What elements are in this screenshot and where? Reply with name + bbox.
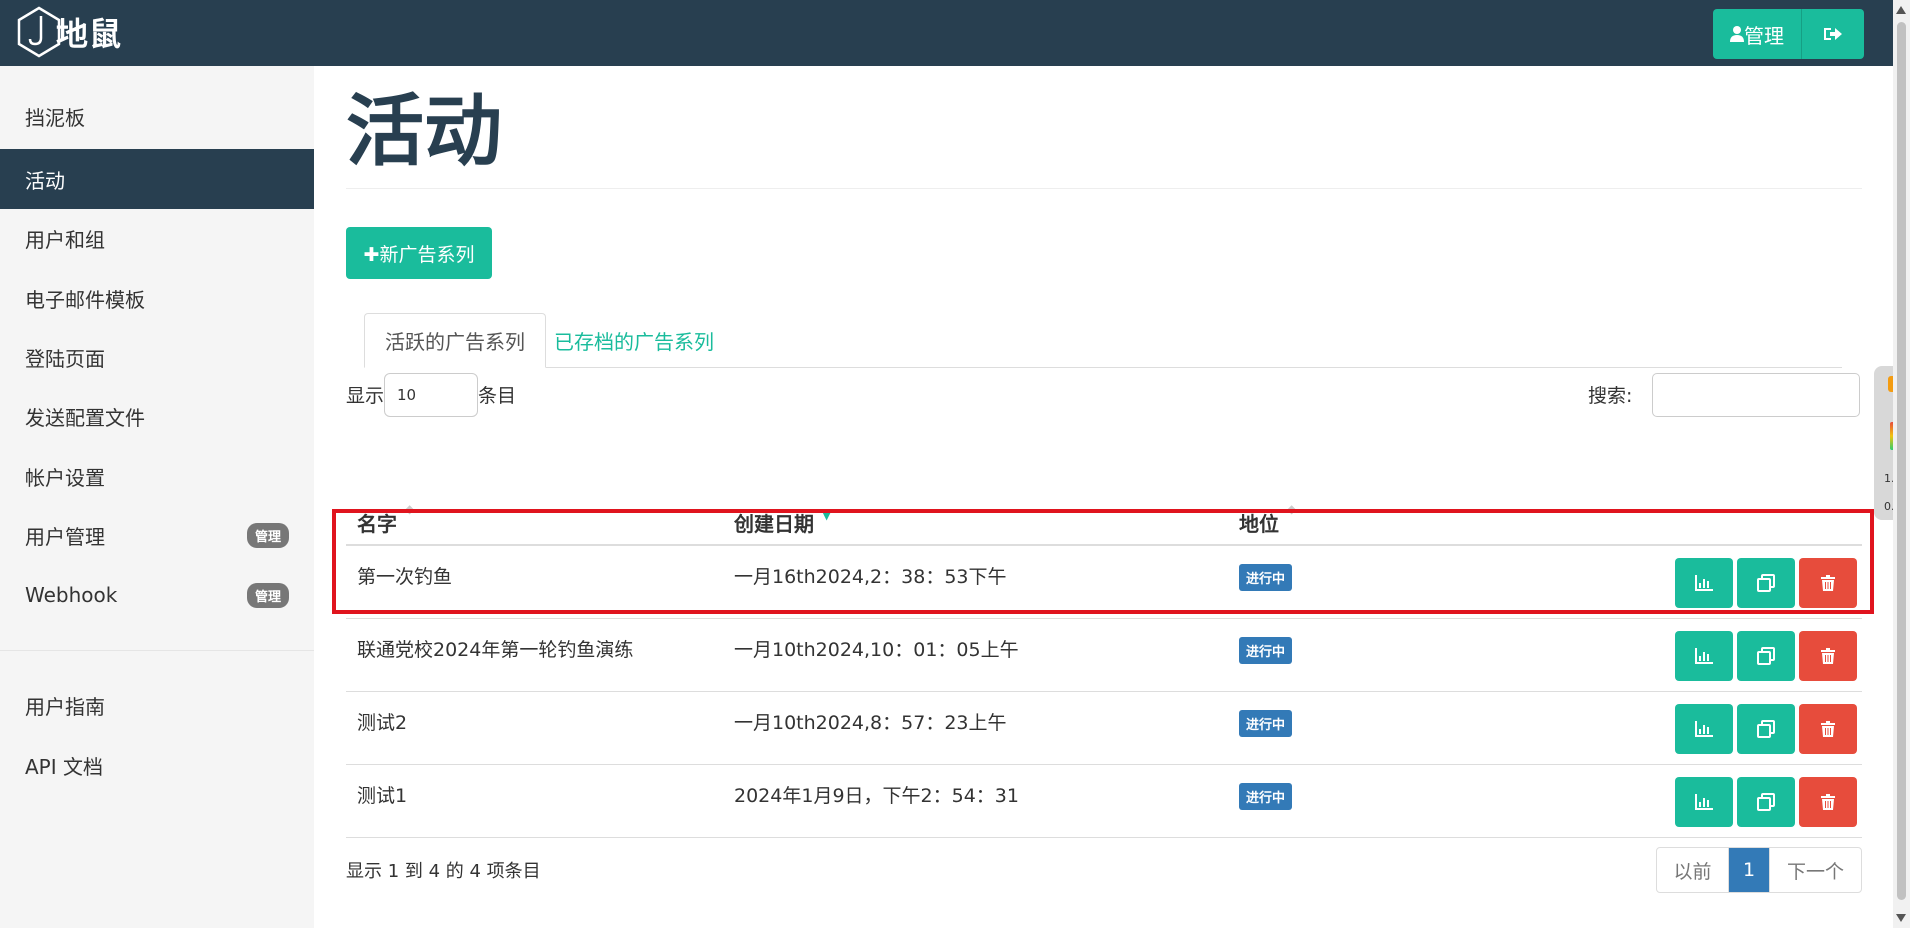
sidebar-item-label: 用户管理: [25, 524, 105, 549]
bar-chart-icon: [1695, 575, 1713, 591]
status-badge: 进行中: [1239, 564, 1293, 591]
campaign-date: 2024年1月9日，下午2：54：31: [734, 785, 1019, 807]
length-suffix: 条目: [478, 385, 517, 407]
sidebar-item-dashboard[interactable]: 挡泥板: [0, 86, 314, 146]
bar-chart-icon: [1695, 721, 1713, 737]
sidebar-item-label: 挡泥板: [25, 105, 85, 130]
sidebar-item-label: Webhook: [25, 583, 118, 607]
previous-page-button[interactable]: 以前: [1657, 848, 1729, 892]
scroll-thumb[interactable]: [1897, 22, 1906, 900]
delete-campaign-button[interactable]: [1799, 704, 1857, 754]
column-created-date[interactable]: 创建日期 ▼: [734, 508, 831, 537]
search-label: 搜索:: [1588, 385, 1633, 407]
table-row: 第一次钓鱼 一月16th2024,2：38：53下午 进行中: [346, 546, 1862, 619]
sidebar-item-account-settings[interactable]: 帐户设置: [0, 446, 314, 506]
bar-chart-icon: [1695, 794, 1713, 810]
copy-icon: [1757, 647, 1775, 665]
campaign-date: 一月10th2024,8：57：23上午: [734, 712, 1007, 734]
sort-icon: ◆: [405, 502, 415, 516]
campaign-name[interactable]: 联通党校2024年第一轮钓鱼演练: [357, 635, 633, 662]
sidebar-item-users-groups[interactable]: 用户和组: [0, 208, 314, 268]
next-page-button[interactable]: 下一个: [1769, 848, 1861, 892]
copy-campaign-button[interactable]: [1737, 558, 1795, 608]
column-label: 名字: [357, 512, 397, 536]
table-info: 显示 1 到 4 的 4 项条目: [346, 861, 541, 882]
sidebar-item-label: 登陆页面: [25, 346, 105, 371]
view-results-button[interactable]: [1675, 704, 1733, 754]
status-badge: 进行中: [1239, 710, 1293, 737]
campaign-name[interactable]: 测试1: [357, 781, 407, 808]
delete-campaign-button[interactable]: [1799, 558, 1857, 608]
sidebar-item-campaigns[interactable]: 活动: [0, 149, 314, 209]
pagination: 以前 1 下一个: [1656, 847, 1862, 893]
campaign-date: 一月10th2024,10：01：05上午: [734, 639, 1019, 661]
table-header: 名字 ◆ 创建日期 ▼ 地位 ◆: [346, 502, 1862, 546]
sort-icon: ◆: [1287, 502, 1297, 516]
column-label: 地位: [1239, 512, 1279, 536]
copy-icon: [1757, 793, 1775, 811]
sidebar: 挡泥板 活动 用户和组 电子邮件模板 登陆页面 发送配置文件 帐户设置 用户管理…: [0, 66, 314, 928]
trash-icon: [1821, 721, 1835, 737]
status-badge: 进行中: [1239, 637, 1293, 664]
sort-desc-icon: ▼: [822, 508, 832, 522]
view-results-button[interactable]: [1675, 631, 1733, 681]
sidebar-item-email-templates[interactable]: 电子邮件模板: [0, 268, 314, 328]
sidebar-divider: [0, 650, 314, 651]
table-row: 联通党校2024年第一轮钓鱼演练 一月10th2024,10：01：05上午 进…: [346, 619, 1862, 692]
campaign-date: 一月16th2024,2：38：53下午: [734, 566, 1007, 588]
view-results-button[interactable]: [1675, 777, 1733, 827]
copy-campaign-button[interactable]: [1737, 777, 1795, 827]
sidebar-item-user-management[interactable]: 用户管理 管理: [0, 505, 314, 565]
delete-campaign-button[interactable]: [1799, 631, 1857, 681]
sidebar-item-landing-pages[interactable]: 登陆页面: [0, 327, 314, 387]
table-row: 测试1 2024年1月9日，下午2：54：31 进行中: [346, 765, 1862, 838]
campaign-name[interactable]: 测试2: [357, 708, 407, 735]
scroll-up-arrow-icon[interactable]: [1896, 6, 1906, 14]
sidebar-item-user-guide[interactable]: 用户指南: [0, 675, 314, 735]
logo-text: 地鼠: [56, 15, 123, 53]
copy-campaign-button[interactable]: [1737, 704, 1795, 754]
trash-icon: [1821, 794, 1835, 810]
copy-campaign-button[interactable]: [1737, 631, 1795, 681]
scroll-down-arrow-icon[interactable]: [1896, 914, 1906, 922]
sidebar-item-label: 活动: [25, 168, 65, 193]
column-name[interactable]: 名字 ◆: [357, 502, 414, 537]
sidebar-item-label: 电子邮件模板: [25, 287, 145, 312]
sidebar-item-label: 帐户设置: [25, 465, 105, 490]
logo[interactable]: 地鼠: [16, 6, 122, 58]
page-1-button[interactable]: 1: [1729, 848, 1769, 892]
view-results-button[interactable]: [1675, 558, 1733, 608]
sidebar-item-webhooks[interactable]: Webhook 管理: [0, 565, 314, 625]
length-prefix: 显示: [346, 385, 385, 407]
status-badge: 进行中: [1239, 783, 1293, 810]
admin-badge: 管理: [246, 582, 289, 608]
sidebar-item-label: 用户指南: [25, 694, 105, 719]
sidebar-item-api-docs[interactable]: API 文档: [0, 735, 314, 795]
column-label: 创建日期: [734, 512, 814, 536]
sidebar-item-label: 用户和组: [25, 227, 105, 252]
copy-icon: [1757, 574, 1775, 592]
sidebar-item-sending-profiles[interactable]: 发送配置文件: [0, 386, 314, 446]
trash-icon: [1821, 575, 1835, 591]
sidebar-item-label: 发送配置文件: [25, 405, 145, 430]
table-area: 显示 10 条目 搜索: 名字 ◆ 创建日期 ▼ 地位 ◆ 第一次钓鱼 一月16…: [346, 0, 1862, 928]
admin-badge: 管理: [246, 522, 289, 548]
delete-campaign-button[interactable]: [1799, 777, 1857, 827]
search-input[interactable]: [1652, 373, 1860, 417]
page-scrollbar[interactable]: [1893, 0, 1910, 928]
table-row: 测试2 一月10th2024,8：57：23上午 进行中: [346, 692, 1862, 765]
trash-icon: [1821, 648, 1835, 664]
column-status[interactable]: 地位 ◆: [1239, 502, 1296, 537]
entries-per-page-select[interactable]: 10: [384, 373, 478, 417]
campaign-name[interactable]: 第一次钓鱼: [357, 562, 452, 589]
copy-icon: [1757, 720, 1775, 738]
bar-chart-icon: [1695, 648, 1713, 664]
sidebar-item-label: API 文档: [25, 754, 103, 779]
